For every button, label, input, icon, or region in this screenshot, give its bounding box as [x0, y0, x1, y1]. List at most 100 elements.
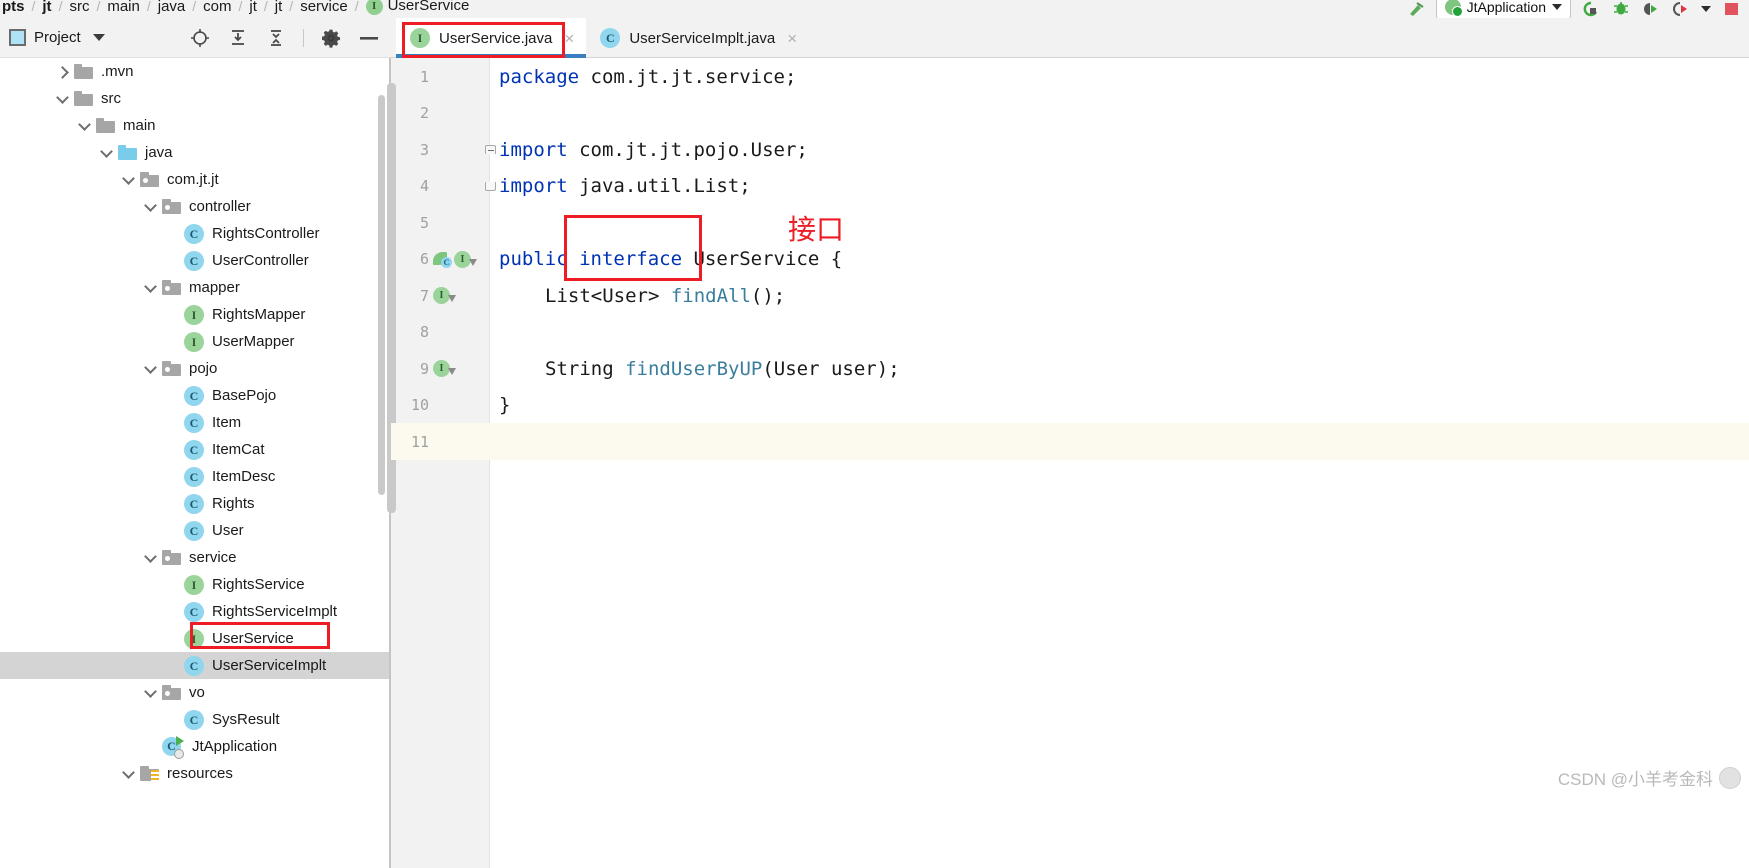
tree-item[interactable]: C ItemDesc	[0, 463, 390, 490]
breadcrumb-item[interactable]: java	[156, 0, 188, 15]
breadcrumb-item[interactable]: jt	[273, 0, 285, 15]
tree-item[interactable]: src	[0, 85, 390, 112]
tree-item[interactable]: com.jt.jt	[0, 166, 390, 193]
tree-item[interactable]: service	[0, 544, 390, 571]
breadcrumb-item[interactable]: jt	[247, 0, 259, 15]
breadcrumb-item[interactable]: main	[105, 0, 142, 15]
breadcrumb-item[interactable]: pts	[0, 0, 27, 15]
code-line[interactable]: 6 C Ipublic interface UserService {	[391, 241, 1749, 278]
close-icon[interactable]: ×	[564, 30, 574, 47]
breadcrumb-label: jt	[274, 0, 283, 15]
editor-tab[interactable]: C UserServiceImplt.java ×	[586, 18, 809, 58]
tree-item[interactable]: I RightsMapper	[0, 301, 390, 328]
implemented-by-gutter-icon[interactable]: I	[433, 287, 456, 304]
chevron-down-icon[interactable]	[144, 362, 158, 376]
tree-item[interactable]: pojo	[0, 355, 390, 382]
chevron-down-icon[interactable]	[122, 767, 136, 781]
debug-button[interactable]	[1611, 0, 1631, 18]
code-folding-marker[interactable]	[483, 131, 497, 168]
chevron-down-icon[interactable]	[56, 92, 70, 106]
chevron-down-icon[interactable]	[122, 173, 136, 187]
code-line[interactable]: 5	[391, 204, 1749, 241]
tree-item[interactable]: C UserServiceImplt	[0, 652, 390, 679]
hide-panel-icon[interactable]	[358, 27, 380, 49]
chevron-down-icon[interactable]	[78, 119, 92, 133]
tree-item[interactable]: C JtApplication	[0, 733, 390, 760]
breadcrumb[interactable]: pts / jt / src / main / java / com / jt / jt / service / I…	[0, 0, 471, 18]
editor-tab[interactable]: I UserService.java ×	[396, 18, 587, 58]
breadcrumb-label: main	[107, 0, 140, 15]
project-tree[interactable]: .mvn src main java com.jt.jt controller C Right…	[0, 58, 390, 868]
breadcrumb-item[interactable]: I UserService	[364, 0, 472, 15]
tree-item[interactable]: controller	[0, 193, 390, 220]
tree-item[interactable]: C SysResult	[0, 706, 390, 733]
chevron-down-icon[interactable]	[144, 551, 158, 565]
runnable-class-icon: C	[162, 735, 184, 759]
run-configuration-selector[interactable]: JtApplication	[1435, 0, 1571, 18]
collapse-all-icon[interactable]	[265, 27, 287, 49]
tree-item-label: com.jt.jt	[167, 171, 219, 188]
code-line[interactable]: 3 import com.jt.jt.pojo.User;	[391, 131, 1749, 168]
stop-button[interactable]	[1721, 0, 1741, 18]
run-button[interactable]	[1581, 0, 1601, 18]
gear-icon[interactable]	[320, 27, 342, 49]
chevron-down-icon[interactable]	[144, 281, 158, 295]
chevron-down-icon[interactable]	[144, 686, 158, 700]
code-folding-marker[interactable]	[483, 168, 497, 205]
more-run-options-icon[interactable]	[1701, 6, 1711, 12]
code-line[interactable]: 9 I String findUserByUP(User user);	[391, 350, 1749, 387]
profile-button[interactable]	[1671, 0, 1691, 18]
spring-bean-icon[interactable]: C	[433, 251, 452, 268]
tree-item[interactable]: java	[0, 139, 390, 166]
code-token: List<User>	[545, 284, 671, 307]
run-with-coverage-button[interactable]	[1641, 0, 1661, 18]
tree-item[interactable]: C BasePojo	[0, 382, 390, 409]
code-line[interactable]: 1 package com.jt.jt.service;	[391, 58, 1749, 95]
package-icon	[162, 199, 181, 214]
code-line[interactable]: 2	[391, 95, 1749, 132]
code-line[interactable]: 4 import java.util.List;	[391, 168, 1749, 205]
tree-item[interactable]: I UserMapper	[0, 328, 390, 355]
tree-item[interactable]: resources	[0, 760, 390, 787]
tree-item[interactable]: I UserService	[0, 625, 390, 652]
tree-item[interactable]: C RightsServiceImplt	[0, 598, 390, 625]
code-token: public	[499, 248, 580, 270]
line-number: 7	[419, 286, 429, 305]
code-editor[interactable]: 1 package com.jt.jt.service; 2 3 import com.…	[387, 58, 1749, 868]
chevron-down-icon[interactable]	[100, 146, 114, 160]
code-line[interactable]: 11	[391, 423, 1749, 460]
tree-item[interactable]: I RightsService	[0, 571, 390, 598]
tree-item-label: ItemDesc	[212, 468, 276, 485]
chevron-right-icon[interactable]	[56, 65, 70, 79]
sidebar-scrollbar[interactable]	[378, 95, 385, 495]
expand-all-icon[interactable]	[227, 27, 249, 49]
tree-item[interactable]: C UserController	[0, 247, 390, 274]
implemented-by-gutter-icon[interactable]: I	[454, 250, 477, 268]
tree-item[interactable]: main	[0, 112, 390, 139]
locate-icon[interactable]	[189, 27, 211, 49]
breadcrumb-item[interactable]: src	[67, 0, 91, 15]
tree-item[interactable]: C ItemCat	[0, 436, 390, 463]
build-hammer-icon[interactable]	[1406, 0, 1426, 18]
tree-item[interactable]: .mvn	[0, 58, 390, 85]
code-line[interactable]: 8	[391, 314, 1749, 351]
chevron-down-icon[interactable]	[92, 34, 105, 41]
editor-tabs[interactable]: I UserService.java × C UserServiceImplt.java…	[396, 18, 809, 58]
close-icon[interactable]: ×	[787, 30, 797, 47]
tree-item[interactable]: vo	[0, 679, 390, 706]
breadcrumb-item[interactable]: jt	[40, 0, 53, 15]
breadcrumb-item[interactable]: com	[201, 0, 233, 15]
code-line[interactable]: 10}	[391, 387, 1749, 424]
tree-item[interactable]: C RightsController	[0, 220, 390, 247]
tree-item[interactable]: C User	[0, 517, 390, 544]
tree-item[interactable]: C Item	[0, 409, 390, 436]
chevron-down-icon[interactable]	[144, 200, 158, 214]
tree-item[interactable]: C Rights	[0, 490, 390, 517]
breadcrumb-item[interactable]: service	[298, 0, 350, 15]
implemented-by-gutter-icon[interactable]: I	[433, 360, 456, 377]
tree-item[interactable]: mapper	[0, 274, 390, 301]
code-line[interactable]: 7 I List<User> findAll();	[391, 277, 1749, 314]
